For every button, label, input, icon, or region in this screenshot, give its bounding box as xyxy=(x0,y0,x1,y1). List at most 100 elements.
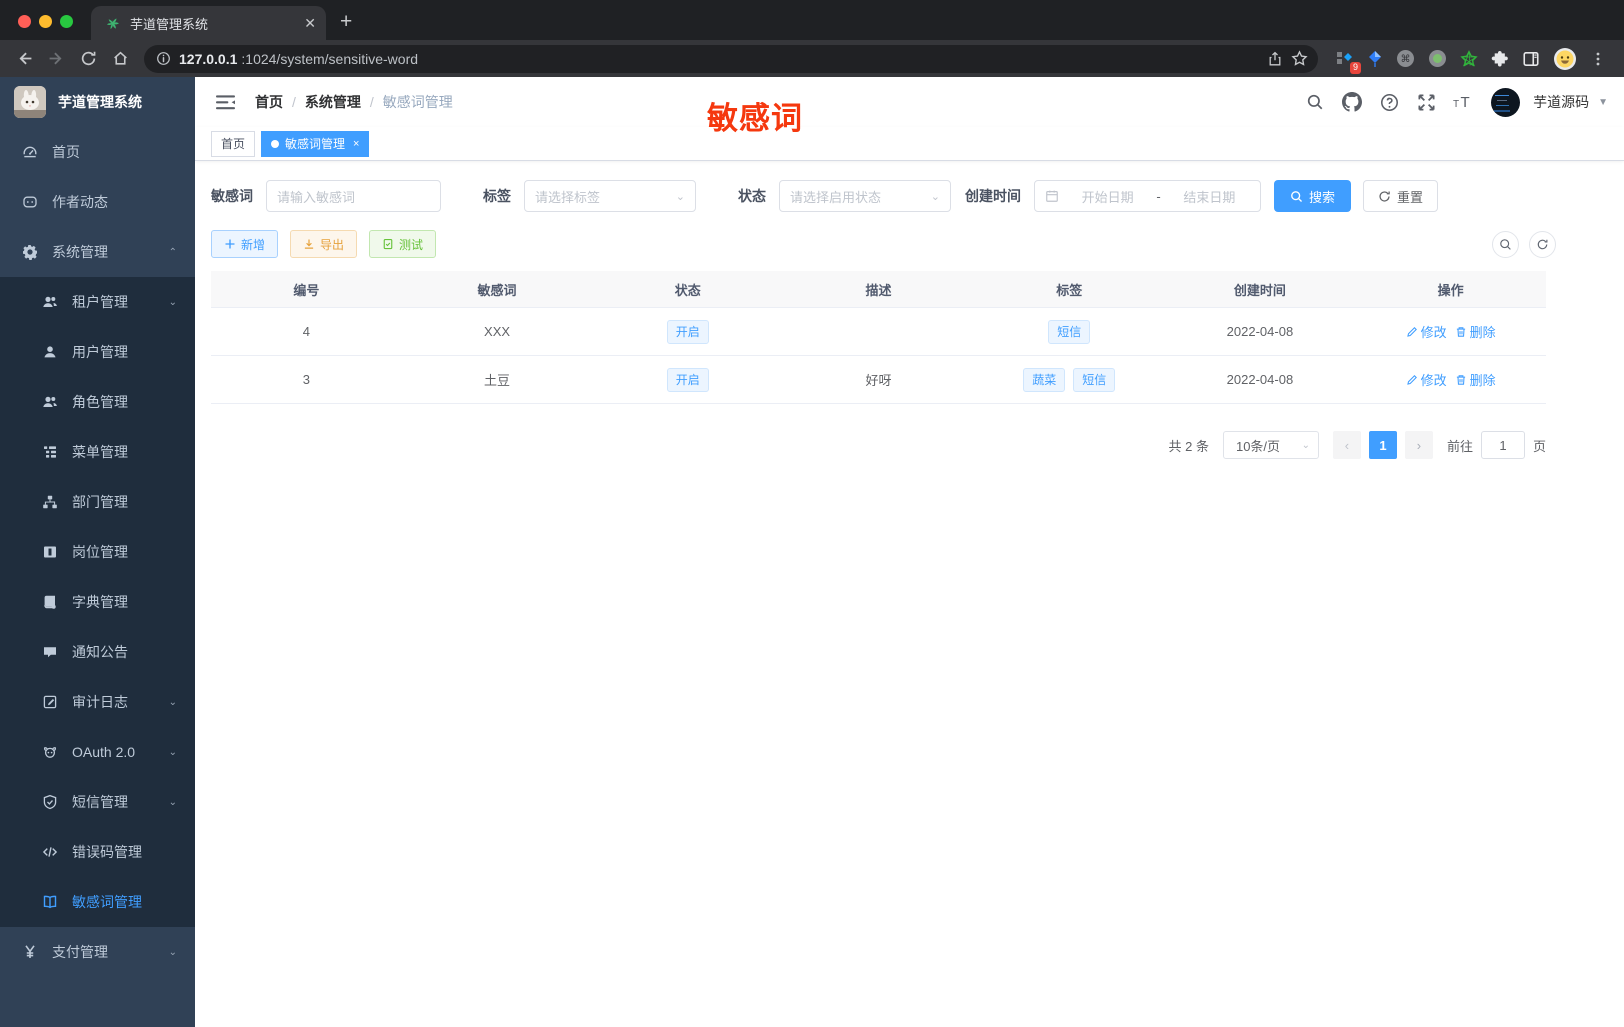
search-button[interactable]: 搜索 xyxy=(1274,180,1352,212)
share-icon[interactable] xyxy=(1267,51,1283,67)
sidebar-item-角色管理[interactable]: 角色管理 xyxy=(0,377,195,427)
sidebar-item-作者动态[interactable]: 作者动态 xyxy=(0,177,195,227)
browser-menu-icon[interactable] xyxy=(1590,51,1606,67)
kite-extension-icon[interactable] xyxy=(1367,50,1383,68)
browser-tab[interactable]: 芋道管理系统 ✕ xyxy=(91,6,326,40)
sidebar-item-敏感词管理[interactable]: 敏感词管理 xyxy=(0,877,195,927)
sidebar-item-短信管理[interactable]: 短信管理 ⌄ xyxy=(0,777,195,827)
status-label: 状态 xyxy=(738,188,766,204)
trash-icon xyxy=(1455,374,1467,386)
search-icon[interactable] xyxy=(1300,87,1330,117)
test-button[interactable]: 测试 xyxy=(369,230,437,258)
column-header-标签: 标签 xyxy=(1056,282,1083,298)
sidebar-item-用户管理[interactable]: 用户管理 xyxy=(0,327,195,377)
address-bar[interactable]: 127.0.0.1:1024/system/sensitive-word xyxy=(144,44,1318,73)
table-toolbar: 新增 导出 测试 xyxy=(211,230,1556,258)
tag-badge: 短信 xyxy=(1073,367,1116,392)
fullscreen-icon[interactable] xyxy=(1411,87,1441,117)
record-extension-icon[interactable] xyxy=(1428,49,1447,68)
cell-tags: 短信 xyxy=(974,319,1165,344)
delete-link[interactable]: 删除 xyxy=(1455,322,1496,341)
breadcrumb-item: 敏感词管理 xyxy=(382,94,453,110)
tag-badge: 短信 xyxy=(1048,319,1091,344)
sidebar-item-label: 敏感词管理 xyxy=(72,894,142,910)
reload-icon[interactable] xyxy=(74,45,102,73)
page-size-select[interactable]: 10条/页 ⌄ xyxy=(1222,431,1319,459)
bookmark-star-icon[interactable] xyxy=(1291,50,1308,67)
minimize-window-button[interactable] xyxy=(39,15,52,28)
next-page-button[interactable]: › xyxy=(1404,431,1433,459)
zoom-window-button[interactable] xyxy=(60,15,73,28)
current-page-button[interactable]: 1 xyxy=(1368,431,1397,459)
audit-log-icon xyxy=(42,694,58,710)
sidebar-item-首页[interactable]: 首页 xyxy=(0,127,195,177)
breadcrumb-separator: / xyxy=(292,94,296,110)
side-panel-icon[interactable] xyxy=(1522,50,1540,68)
gear-icon xyxy=(22,244,38,260)
reset-button[interactable]: 重置 xyxy=(1363,180,1439,212)
username-label[interactable]: 芋道源码 xyxy=(1533,92,1589,112)
font-size-icon[interactable]: TT xyxy=(1448,87,1478,117)
view-tab-敏感词管理[interactable]: 敏感词管理 × xyxy=(261,130,370,157)
sidebar-item-OAuth 2.0[interactable]: OAuth 2.0 ⌄ xyxy=(0,727,195,777)
app-logo[interactable]: 芋道管理系统 xyxy=(0,77,195,127)
new-tab-button[interactable]: + xyxy=(340,10,352,34)
sidebar-item-租户管理[interactable]: 租户管理 ⌄ xyxy=(0,277,195,327)
keyword-input[interactable]: 请输入敏感词 xyxy=(266,180,441,212)
sidebar-item-支付管理[interactable]: 支付管理 ⌄ xyxy=(0,927,195,977)
refresh-icon[interactable] xyxy=(1529,230,1556,258)
close-window-button[interactable] xyxy=(18,15,31,28)
chevron-down-icon: ⌄ xyxy=(168,796,177,808)
user-caret-down-icon[interactable]: ▼ xyxy=(1598,97,1608,108)
breadcrumb-item[interactable]: 系统管理 xyxy=(305,92,361,112)
sidebar-item-字典管理[interactable]: 字典管理 xyxy=(0,577,195,627)
site-info-icon[interactable] xyxy=(156,51,171,66)
back-icon[interactable] xyxy=(10,45,38,73)
sidebar-item-岗位管理[interactable]: 岗位管理 xyxy=(0,527,195,577)
sidebar-item-系统管理[interactable]: 系统管理 ⌃ xyxy=(0,227,195,277)
date-range-picker[interactable]: 开始日期 - 结束日期 xyxy=(1034,180,1261,212)
logo-rabbit-icon xyxy=(14,86,46,118)
app-title: 芋道管理系统 xyxy=(58,94,142,110)
hide-search-icon[interactable] xyxy=(1492,230,1519,258)
forward-icon[interactable] xyxy=(42,45,70,73)
export-button[interactable]: 导出 xyxy=(290,230,358,258)
cell-actions: 修改 删除 xyxy=(1355,370,1546,389)
edit-link[interactable]: 修改 xyxy=(1406,322,1447,341)
command-extension-icon[interactable]: ⌘ xyxy=(1396,49,1415,68)
author-message-icon xyxy=(22,194,38,210)
sidebar-item-错误码管理[interactable]: 错误码管理 xyxy=(0,827,195,877)
favicon-plant-icon xyxy=(105,16,120,31)
add-button[interactable]: 新增 xyxy=(211,230,279,258)
green-star-extension-icon[interactable] xyxy=(1460,49,1478,68)
sidebar-item-部门管理[interactable]: 部门管理 xyxy=(0,477,195,527)
browser-tab-title: 芋道管理系统 xyxy=(130,16,209,32)
browser-toolbar: 127.0.0.1:1024/system/sensitive-word 9 ⌘ xyxy=(0,40,1624,77)
github-icon[interactable] xyxy=(1337,87,1367,117)
close-tab-icon[interactable]: × xyxy=(353,138,359,150)
prev-page-button[interactable]: ‹ xyxy=(1332,431,1361,459)
sidebar-item-审计日志[interactable]: 审计日志 ⌄ xyxy=(0,677,195,727)
collapse-sidebar-icon[interactable] xyxy=(211,88,239,116)
edit-link[interactable]: 修改 xyxy=(1406,370,1447,389)
home-icon[interactable] xyxy=(106,45,134,73)
breadcrumb-item[interactable]: 首页 xyxy=(255,92,283,112)
help-icon[interactable] xyxy=(1374,87,1404,117)
user-avatar[interactable] xyxy=(1491,87,1521,117)
delete-link[interactable]: 删除 xyxy=(1455,370,1496,389)
status-select[interactable]: 请选择启用状态 ⌄ xyxy=(779,180,951,212)
sidebar-item-label: 角色管理 xyxy=(72,394,128,410)
view-tab-首页[interactable]: 首页 xyxy=(211,130,256,157)
sidebar-item-通知公告[interactable]: 通知公告 xyxy=(0,627,195,677)
screenshot-extension-icon[interactable]: 9 xyxy=(1336,50,1361,74)
goto-page-input[interactable] xyxy=(1480,431,1525,459)
profile-avatar-icon[interactable] xyxy=(1553,47,1577,71)
tag-select[interactable]: 请选择标签 ⌄ xyxy=(524,180,696,212)
cell-tags: 蔬菜 短信 xyxy=(974,367,1165,392)
sidebar-item-菜单管理[interactable]: 菜单管理 xyxy=(0,427,195,477)
extensions-puzzle-icon[interactable] xyxy=(1491,50,1509,68)
sidebar-item-label: 支付管理 xyxy=(52,944,108,960)
tab-close-icon[interactable]: ✕ xyxy=(304,16,316,30)
filter-form: 敏感词 请输入敏感词 标签 请选择标签 ⌄ 状态 请选择启用状态 ⌄ 创建时间 xyxy=(211,180,1546,212)
sensitive-word-table: 编号 敏感词 状态 描述 标签 创建时间 操作 4 XXX 开启 短信 2022-04-08 修改 删除… xyxy=(211,271,1546,404)
